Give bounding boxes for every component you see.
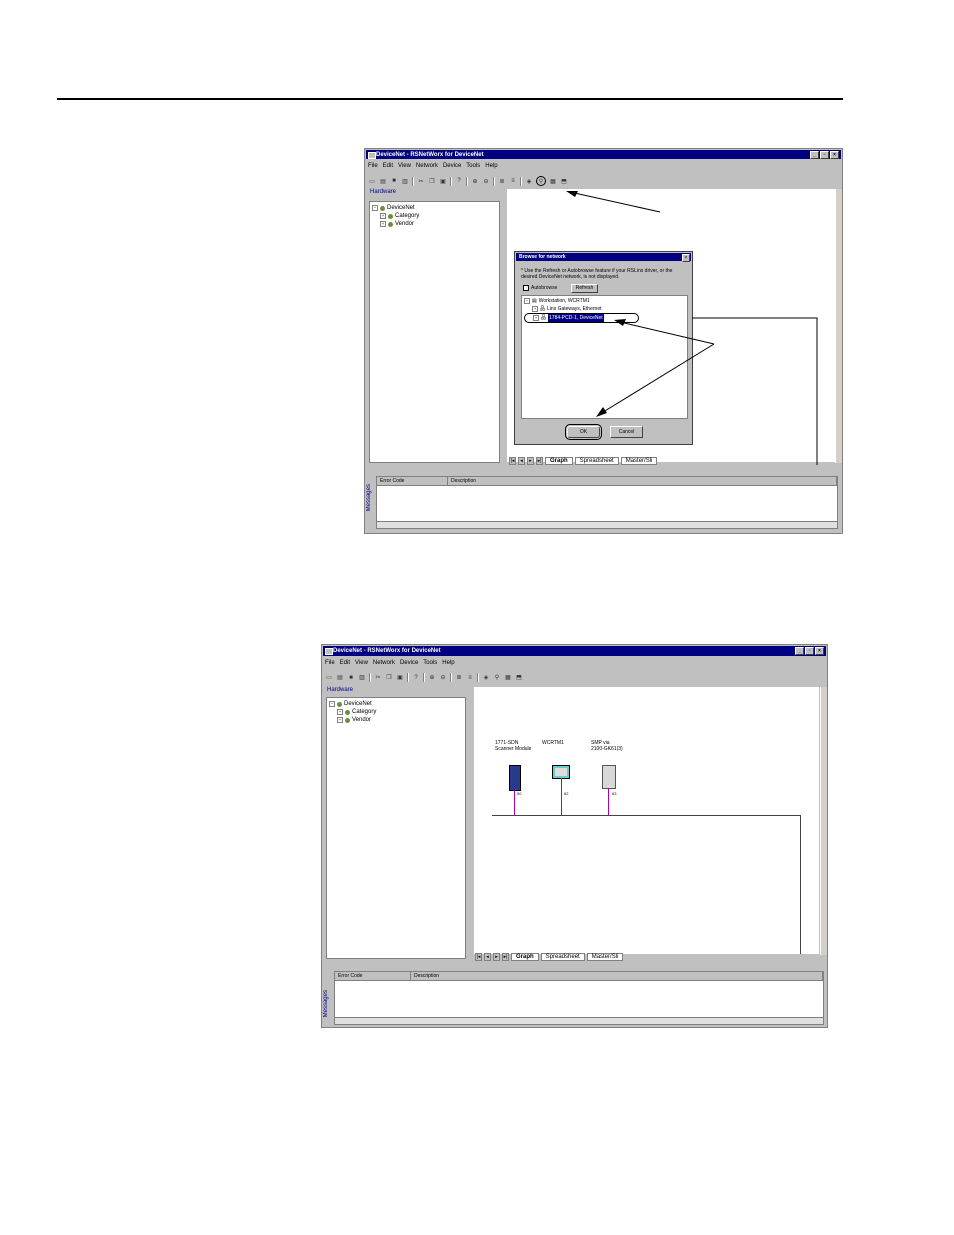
tree-item[interactable]: + Category (329, 708, 376, 716)
tree-item[interactable]: + Vendor (329, 716, 376, 724)
callout-bracket (692, 317, 818, 465)
menu-file[interactable]: File (325, 660, 335, 666)
toolbar-separator (369, 673, 371, 682)
online-icon[interactable]: ⚲ (493, 674, 501, 682)
restore-button[interactable]: ▫ (805, 647, 814, 655)
whats-this-icon[interactable]: ? (412, 674, 420, 682)
arrowhead (596, 407, 607, 417)
tree-view-icon[interactable]: ≡ (466, 674, 474, 682)
toolbar-separator (407, 673, 409, 682)
menu-help[interactable]: Help (442, 660, 454, 666)
messages-header: Error Code Description (335, 972, 823, 981)
messages-horizontal-scrollbar[interactable] (335, 1017, 823, 1024)
callout-line (619, 321, 715, 345)
device-description: 2100-GK61(3) (591, 746, 623, 752)
collapse-icon[interactable]: − (329, 701, 335, 707)
properties-icon[interactable]: ◈ (482, 674, 490, 682)
messages-panel: Error Code Description (334, 971, 824, 1025)
tree-item[interactable]: − DeviceNet (329, 700, 376, 708)
view-tabs: |◂ ◂ ▸ ▸| Graph Spreadsheet Master/Sli (475, 953, 624, 961)
tab-graph[interactable]: Graph (511, 953, 539, 961)
device-name: WCRTM1 (542, 740, 564, 746)
menu-network[interactable]: Network (373, 660, 395, 666)
node-address: 62 (564, 791, 569, 796)
column-description[interactable]: Description (411, 972, 823, 980)
folder-icon (345, 717, 350, 723)
expand-icon[interactable]: + (337, 709, 343, 715)
next-tab-icon[interactable]: ▸ (493, 953, 500, 961)
node-address: 00 (517, 791, 522, 796)
tab-spreadsheet[interactable]: Spreadsheet (540, 953, 585, 961)
scanner-module-icon[interactable] (509, 765, 521, 791)
hardware-tree-panel: − DeviceNet + Category + Vendor (326, 697, 466, 959)
folder-icon (345, 709, 350, 715)
minimize-button[interactable]: _ (795, 647, 804, 655)
tree-label: Vendor (352, 717, 372, 723)
copy-icon[interactable]: ❐ (385, 674, 393, 682)
trunk-line (492, 815, 801, 816)
toolbar-separator (450, 673, 452, 682)
paste-icon[interactable]: ▣ (396, 674, 404, 682)
hardware-tree: − DeviceNet + Category + Vendor (329, 700, 376, 724)
open-icon[interactable]: ▤ (336, 674, 344, 682)
app-icon (325, 648, 333, 655)
first-tab-icon[interactable]: |◂ (475, 953, 482, 961)
menu-bar: File Edit View Network Device Tools Help (325, 660, 455, 666)
drop-line (514, 790, 515, 815)
menu-edit[interactable]: Edit (340, 660, 350, 666)
toolbar-separator (423, 673, 425, 682)
tree-label: Category (352, 709, 377, 715)
workstation-icon[interactable] (552, 765, 570, 779)
drop-line (608, 788, 609, 815)
bottom-app-window: DeviceNet - RSNetWorx for DeviceNet _ ▫ … (321, 644, 828, 1028)
new-icon[interactable]: ▭ (325, 674, 333, 682)
column-error-code[interactable]: Error Code (335, 972, 411, 980)
upload-icon[interactable]: ▦ (504, 674, 512, 682)
expand-icon[interactable]: + (337, 717, 343, 723)
single-pass-browse-icon[interactable]: ≣ (455, 674, 463, 682)
save-icon[interactable]: ■ (347, 674, 355, 682)
callout-line (569, 191, 661, 213)
callout-line (599, 343, 715, 415)
node-address: 63 (612, 791, 617, 796)
tab-master-slave[interactable]: Master/Sli (586, 953, 624, 961)
network-icon (337, 701, 342, 707)
close-button[interactable]: × (815, 647, 824, 655)
menu-tools[interactable]: Tools (423, 660, 437, 666)
toolbar: ▭ ▤ ■ ▥ ✂ ❐ ▣ ? ⊕ ⊖ ≣ ≡ ◈ ⚲ ▦ ⬒ (325, 673, 523, 682)
menu-view[interactable]: View (355, 660, 368, 666)
callout-arrows (566, 191, 818, 465)
device-label: WCRTM1 (542, 740, 564, 746)
device-label: 1771-SDN Scanner Module (495, 740, 531, 752)
device-label: SMP via 2100-GK61(3) (591, 740, 623, 752)
prev-tab-icon[interactable]: ◂ (484, 953, 491, 961)
graph-view[interactable]: 1771-SDN Scanner Module 00 WCRTM1 62 SMP… (474, 687, 819, 954)
tree-label: DeviceNet (344, 701, 372, 707)
device-description: Scanner Module (495, 746, 532, 752)
hardware-panel-title: Hardware (327, 687, 354, 693)
graph-vertical-scrollbar[interactable] (820, 687, 827, 955)
menu-device[interactable]: Device (400, 660, 418, 666)
last-tab-icon[interactable]: ▸| (502, 953, 509, 961)
drive-icon[interactable] (602, 765, 616, 789)
drop-line (561, 778, 562, 815)
window-title: DeviceNet - RSNetWorx for DeviceNet (333, 648, 441, 654)
print-icon[interactable]: ▥ (358, 674, 366, 682)
trunk-terminator-line (800, 815, 801, 954)
toolbar-separator (477, 673, 479, 682)
zoom-out-icon[interactable]: ⊖ (439, 674, 447, 682)
messages-panel-title: Messages (323, 990, 329, 1018)
arrowhead (614, 319, 626, 326)
title-bar: DeviceNet - RSNetWorx for DeviceNet _ ▫ … (323, 646, 826, 656)
zoom-in-icon[interactable]: ⊕ (428, 674, 436, 682)
arrowhead (566, 191, 578, 197)
download-icon[interactable]: ⬒ (515, 674, 523, 682)
cut-icon[interactable]: ✂ (374, 674, 382, 682)
